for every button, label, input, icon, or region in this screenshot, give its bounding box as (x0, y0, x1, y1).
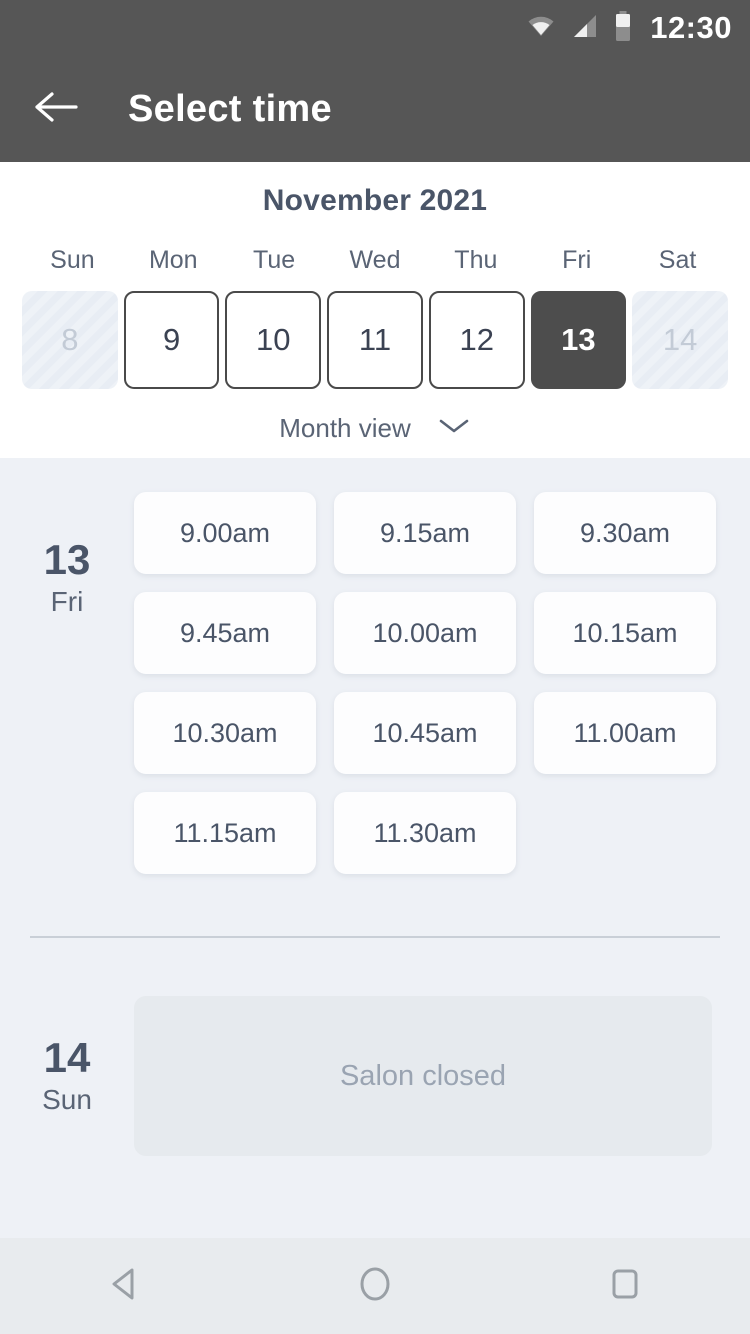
nav-back-icon (104, 1263, 146, 1310)
salon-closed-panel: Salon closed (134, 996, 712, 1156)
day-number: 13 (43, 536, 91, 583)
day-label-column: 13 Fri (0, 492, 134, 618)
status-bar: 12:30 (0, 0, 750, 56)
schedule-day-14: 14 Sun Salon closed (0, 938, 750, 1156)
nav-home-icon (354, 1263, 396, 1310)
calendar-weekday-header: Sun Mon Tue Wed Thu Fri Sat (0, 224, 750, 275)
calendar-day-cell[interactable]: 12 (428, 291, 525, 389)
time-slot-button[interactable]: 11.15am (134, 792, 316, 874)
calendar-day-cell: 14 (632, 291, 728, 389)
calendar-day-row: 8 9 10 11 12 13 14 (0, 275, 750, 389)
time-slot-button[interactable]: 10.30am (134, 692, 316, 774)
calendar-panel: November 2021 Sun Mon Tue Wed Thu Fri Sa… (0, 162, 750, 458)
calendar-day-cell[interactable]: 10 (225, 291, 322, 389)
phone-screen: 12:30 Select time November 2021 Sun Mon … (0, 0, 750, 1334)
month-view-toggle[interactable]: Month view (0, 389, 750, 444)
nav-home-button[interactable] (315, 1238, 435, 1334)
weekday-label: Tue (253, 246, 296, 274)
day-weekday: Sun (42, 1084, 92, 1116)
schedule-day-13: 13 Fri 9.00am 9.15am 9.30am 9.45am 10.00… (0, 492, 750, 874)
weekday-label: Thu (454, 246, 498, 274)
calendar-day-cell-selected[interactable]: 13 (530, 291, 627, 389)
time-slot-button[interactable]: 9.00am (134, 492, 316, 574)
nav-recents-icon (604, 1263, 646, 1310)
back-button[interactable] (30, 83, 82, 135)
wifi-icon (526, 14, 556, 43)
back-arrow-icon (34, 90, 78, 129)
time-slot-grid: 9.00am 9.15am 9.30am 9.45am 10.00am 10.1… (134, 492, 750, 874)
day-weekday: Fri (50, 586, 84, 618)
status-icon-group (526, 10, 632, 46)
nav-back-button[interactable] (65, 1238, 185, 1334)
time-slot-button[interactable]: 10.15am (534, 592, 716, 674)
weekday-label: Wed (349, 246, 401, 274)
weekday-label: Mon (148, 246, 198, 274)
day-label-column: 14 Sun (0, 996, 134, 1156)
calendar-day-cell: 8 (22, 291, 118, 389)
month-view-label: Month view (279, 413, 411, 443)
signal-icon (572, 13, 598, 44)
time-slot-button[interactable]: 11.30am (334, 792, 516, 874)
status-clock: 12:30 (650, 10, 732, 45)
battery-icon (614, 10, 632, 46)
weekday-label: Sat (658, 246, 697, 274)
schedule-area: 13 Fri 9.00am 9.15am 9.30am 9.45am 10.00… (0, 458, 750, 1156)
time-slot-button[interactable]: 9.45am (134, 592, 316, 674)
day-number: 14 (43, 1034, 91, 1081)
calendar-month-label: November 2021 (262, 184, 488, 217)
calendar-day-cell[interactable]: 11 (327, 291, 423, 389)
chevron-down-icon (437, 416, 471, 441)
nav-recents-button[interactable] (565, 1238, 685, 1334)
time-slot-button[interactable]: 10.00am (334, 592, 516, 674)
time-slot-button[interactable]: 9.15am (334, 492, 516, 574)
android-navigation-bar (0, 1238, 750, 1334)
time-slot-button[interactable]: 10.45am (334, 692, 516, 774)
calendar-day-cell[interactable]: 9 (123, 291, 220, 389)
weekday-label: Sun (50, 246, 95, 274)
time-slot-button[interactable]: 11.00am (534, 692, 716, 774)
app-bar: Select time (0, 56, 750, 162)
time-slot-button[interactable]: 9.30am (534, 492, 716, 574)
weekday-label: Fri (562, 246, 592, 274)
page-title: Select time (128, 87, 332, 130)
